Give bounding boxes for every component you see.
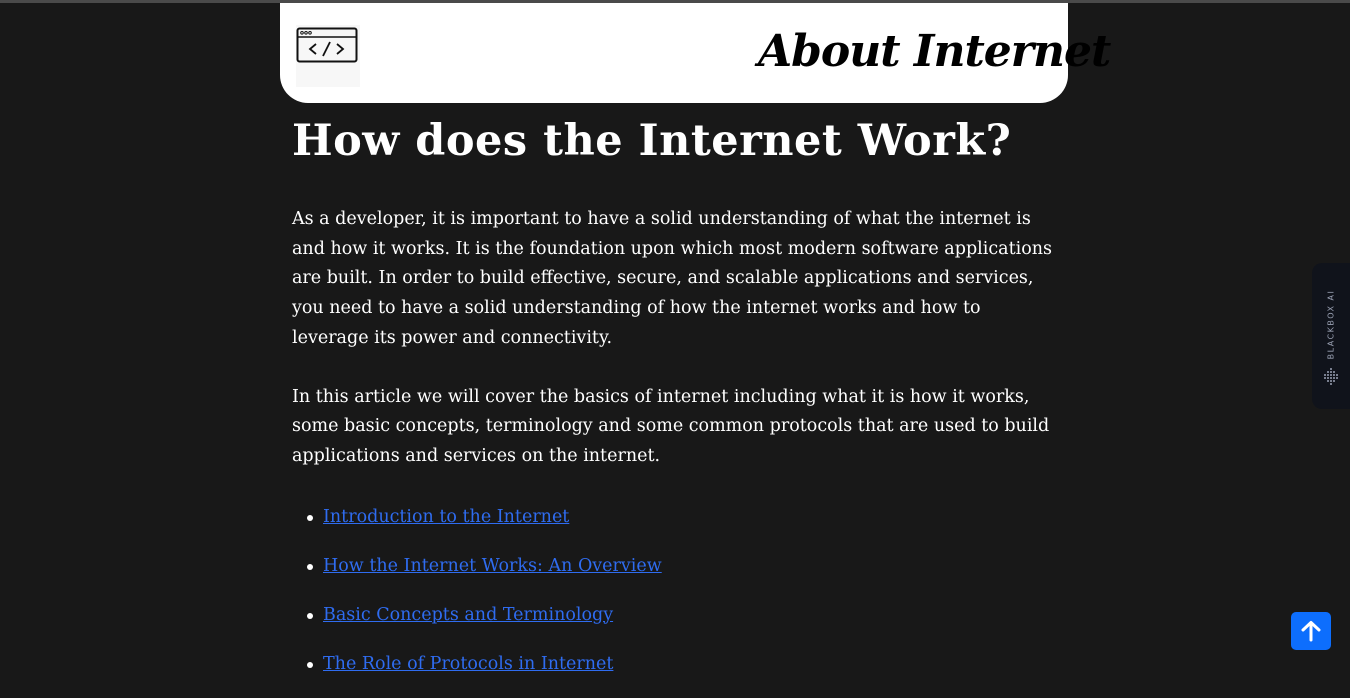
bullet-icon <box>307 563 313 570</box>
toc-link-overview[interactable]: How the Internet Works: An Overview <box>323 556 662 576</box>
blackbox-dots-icon <box>1324 368 1338 385</box>
blackbox-ai-text: BLACKBOX AI <box>1326 289 1336 359</box>
intro-paragraph: As a developer, it is important to have … <box>292 209 1052 348</box>
site-header: About Internet <box>280 3 1111 103</box>
table-of-contents: Introduction to the Internet How the Int… <box>292 502 1062 698</box>
bullet-icon <box>307 612 313 619</box>
overview-paragraph: In this article we will cover the basics… <box>292 386 1050 466</box>
toc-link-protocols[interactable]: The Role of Protocols in Internet <box>323 654 613 674</box>
bullet-icon <box>307 514 313 521</box>
arrow-up-icon <box>1301 621 1321 642</box>
code-window-icon <box>296 27 358 63</box>
toc-link-introduction[interactable]: Introduction to the Internet <box>323 507 569 527</box>
list-item: Basic Concepts and Terminology <box>307 600 1062 649</box>
blackbox-ai-label: BLACKBOX AI <box>1312 279 1350 369</box>
page-title: How does the Internet Work? <box>292 116 1012 166</box>
back-to-top-button[interactable] <box>1291 612 1331 650</box>
list-item: The Role of Protocols in Internet <box>307 649 1062 698</box>
blackbox-ai-widget[interactable]: BLACKBOX AI <box>1312 263 1350 409</box>
article: How does the Internet Work? As a develop… <box>292 112 1062 698</box>
list-item: Introduction to the Internet <box>307 502 1062 551</box>
toc-link-concepts[interactable]: Basic Concepts and Terminology <box>323 605 613 625</box>
header-title: About Internet <box>758 26 1111 77</box>
list-item: How the Internet Works: An Overview <box>307 551 1062 600</box>
site-logo[interactable] <box>296 25 360 87</box>
